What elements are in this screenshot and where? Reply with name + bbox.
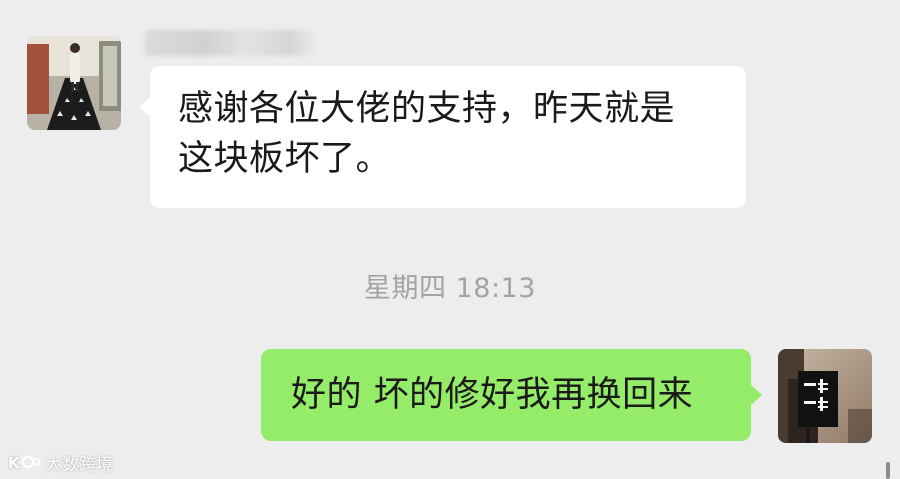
incoming-message-bubble[interactable]: 感谢各位大佬的支持，昨天就是 这块板坏了。 (139, 66, 746, 208)
contact-avatar[interactable] (27, 36, 121, 130)
svg-text:K: K (8, 454, 21, 472)
incoming-message-line-1: 感谢各位大佬的支持，昨天就是 (178, 89, 676, 129)
outgoing-message-bubble[interactable]: 好的 坏的修好我再换回来 (261, 349, 762, 441)
watermark: K 大数跨境 (8, 449, 113, 475)
sign-photo-icon (778, 349, 872, 443)
outgoing-message-text: 好的 坏的修好我再换回来 (291, 375, 694, 415)
self-avatar[interactable] (778, 349, 872, 443)
sender-name-blurred (145, 30, 315, 56)
hallway-photo-icon (27, 36, 121, 130)
chat-screen: 感谢各位大佬的支持，昨天就是 这块板坏了。 星期四 18:13 好的 坏的修好我… (0, 0, 900, 479)
message-timestamp: 星期四 18:13 (364, 273, 536, 304)
watermark-text: 大数跨境 (45, 454, 113, 475)
scrollbar-thumb[interactable] (886, 462, 890, 479)
kr-logo-icon: K (8, 454, 40, 472)
incoming-message-line-2: 这块板坏了。 (178, 139, 392, 179)
